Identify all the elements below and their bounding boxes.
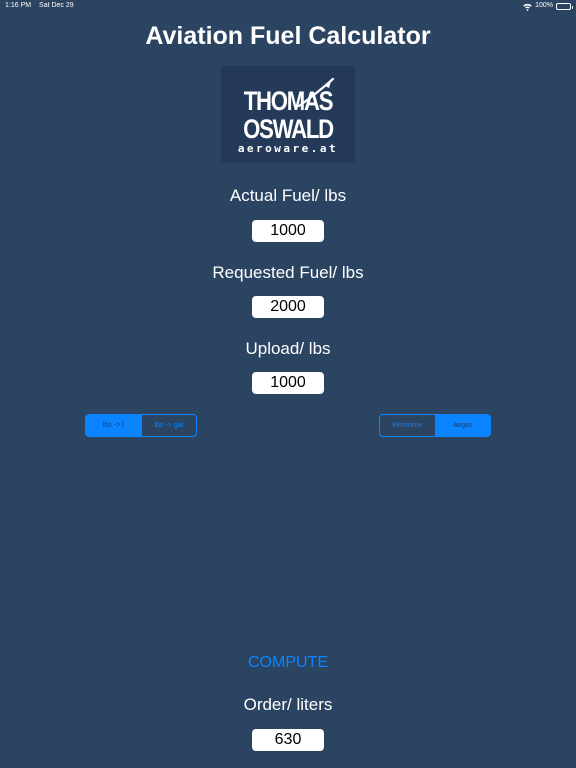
order-output-field[interactable] [252, 729, 324, 751]
unit-conversion-segmented-control: lbs -> l lbs -> gal [85, 414, 197, 437]
page-title: Aviation Fuel Calculator [145, 22, 431, 50]
upload-label: Upload/ lbs [245, 339, 331, 358]
fuel-type-segmented-control: Kerosene Avgas [379, 414, 491, 437]
actual-fuel-input[interactable] [252, 220, 324, 242]
company-logo: THOMAS OSWALD aeroware.at [221, 66, 355, 163]
battery-percent: 100% [535, 2, 553, 9]
segment-lbs-to-gallons[interactable]: lbs -> gal [140, 415, 197, 436]
compute-button[interactable]: COMPUTE [0, 654, 576, 672]
status-time: 1:16 PM [5, 2, 32, 9]
order-label: Order/ liters [243, 695, 333, 714]
wifi-icon [523, 3, 532, 11]
status-date: Sat Dec 29 [39, 2, 74, 9]
segment-lbs-to-liters[interactable]: lbs -> l [86, 415, 141, 436]
requested-fuel-input[interactable] [252, 296, 324, 318]
status-left: 1:16 PM Sat Dec 29 [5, 0, 80, 12]
battery-icon [556, 2, 573, 10]
upload-input[interactable] [252, 372, 324, 394]
segment-kerosene[interactable]: Kerosene [380, 415, 435, 436]
logo-text-line2: OSWALD [243, 114, 334, 144]
status-bar: 1:16 PM Sat Dec 29 100% [0, 0, 576, 12]
status-right: 100% [523, 0, 573, 12]
actual-fuel-label: Actual Fuel/ lbs [229, 186, 347, 205]
segment-avgas[interactable]: Avgas [434, 415, 490, 436]
logo-text-line1: THOMAS [243, 86, 334, 116]
logo-text-url: aeroware.at [237, 142, 339, 155]
requested-fuel-label: Requested Fuel/ lbs [212, 263, 364, 282]
